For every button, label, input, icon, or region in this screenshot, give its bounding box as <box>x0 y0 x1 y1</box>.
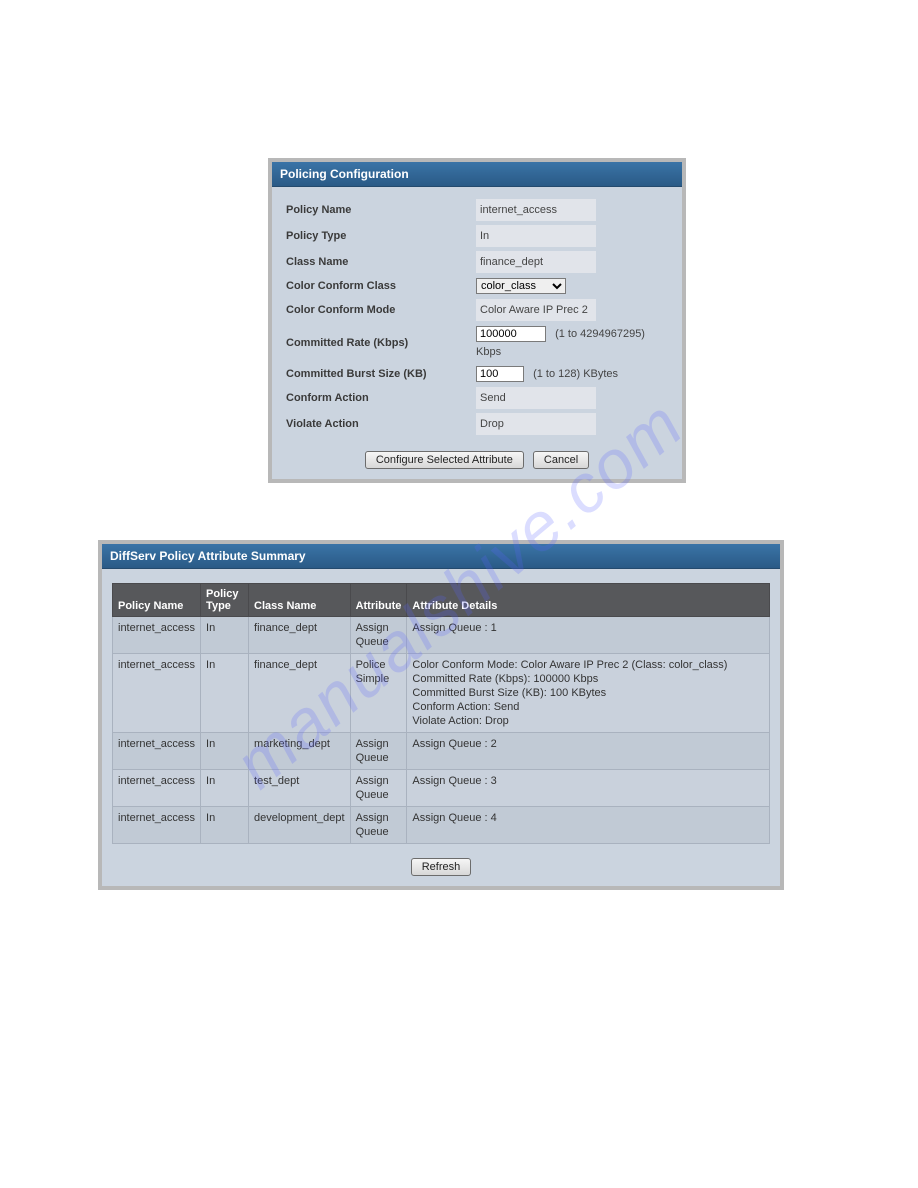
value-class-name: finance_dept <box>476 251 596 273</box>
button-row: Configure Selected Attribute Cancel <box>272 443 682 479</box>
td-class-name: marketing_dept <box>249 733 351 770</box>
row-class-name: Class Name finance_dept <box>286 249 668 275</box>
value-conform-action: Send <box>476 387 596 409</box>
td-policy-type: In <box>201 617 249 654</box>
label-policy-name: Policy Name <box>286 201 476 219</box>
table-row: internet_accessInfinance_deptPolice Simp… <box>113 654 770 733</box>
td-class-name: development_dept <box>249 807 351 844</box>
th-policy-type: Policy Type <box>201 584 249 617</box>
td-attribute: Assign Queue <box>350 770 407 807</box>
td-policy-name: internet_access <box>113 617 201 654</box>
td-policy-type: In <box>201 807 249 844</box>
label-class-name: Class Name <box>286 253 476 271</box>
td-policy-name: internet_access <box>113 733 201 770</box>
table-row: internet_accessInfinance_deptAssign Queu… <box>113 617 770 654</box>
label-color-conform-mode: Color Conform Mode <box>286 301 476 319</box>
td-attribute: Assign Queue <box>350 807 407 844</box>
input-committed-burst[interactable] <box>476 366 524 382</box>
row-color-conform-class: Color Conform Class color_class <box>286 275 668 297</box>
table-header-row: Policy Name Policy Type Class Name Attri… <box>113 584 770 617</box>
value-color-conform-mode: Color Aware IP Prec 2 <box>476 299 596 321</box>
value-policy-name: internet_access <box>476 199 596 221</box>
cancel-button[interactable]: Cancel <box>533 451 589 469</box>
select-color-conform-class[interactable]: color_class <box>476 278 566 294</box>
label-committed-burst: Committed Burst Size (KB) <box>286 365 476 383</box>
th-policy-name: Policy Name <box>113 584 201 617</box>
input-committed-rate[interactable] <box>476 326 546 342</box>
button-row: Refresh <box>102 850 780 886</box>
td-policy-name: internet_access <box>113 770 201 807</box>
value-violate-action: Drop <box>476 413 596 435</box>
td-attribute: Assign Queue <box>350 617 407 654</box>
row-policy-name: Policy Name internet_access <box>286 197 668 223</box>
row-violate-action: Violate Action Drop <box>286 411 668 437</box>
panel-title: DiffServ Policy Attribute Summary <box>102 544 780 569</box>
td-attribute-details: Assign Queue : 3 <box>407 770 770 807</box>
panel-title: Policing Configuration <box>272 162 682 187</box>
th-attribute: Attribute <box>350 584 407 617</box>
th-attribute-details: Attribute Details <box>407 584 770 617</box>
td-attribute: Assign Queue <box>350 733 407 770</box>
hint-committed-burst: (1 to 128) KBytes <box>533 368 618 380</box>
row-committed-burst: Committed Burst Size (KB) (1 to 128) KBy… <box>286 363 668 385</box>
td-policy-name: internet_access <box>113 654 201 733</box>
td-class-name: finance_dept <box>249 654 351 733</box>
form-body: Policy Name internet_access Policy Type … <box>272 187 682 443</box>
td-class-name: test_dept <box>249 770 351 807</box>
td-policy-type: In <box>201 733 249 770</box>
table-row: internet_accessIndevelopment_deptAssign … <box>113 807 770 844</box>
row-committed-rate: Committed Rate (Kbps) (1 to 4294967295) … <box>286 323 668 363</box>
policing-configuration-panel: Policing Configuration Policy Name inter… <box>268 158 686 483</box>
diffserv-policy-attribute-summary-panel: DiffServ Policy Attribute Summary Policy… <box>98 540 784 890</box>
value-policy-type: In <box>476 225 596 247</box>
label-committed-rate: Committed Rate (Kbps) <box>286 334 476 352</box>
row-policy-type: Policy Type In <box>286 223 668 249</box>
label-violate-action: Violate Action <box>286 415 476 433</box>
td-policy-type: In <box>201 770 249 807</box>
row-color-conform-mode: Color Conform Mode Color Aware IP Prec 2 <box>286 297 668 323</box>
td-attribute-details: Assign Queue : 2 <box>407 733 770 770</box>
td-attribute-details: Color Conform Mode: Color Aware IP Prec … <box>407 654 770 733</box>
row-conform-action: Conform Action Send <box>286 385 668 411</box>
label-policy-type: Policy Type <box>286 227 476 245</box>
th-class-name: Class Name <box>249 584 351 617</box>
td-attribute: Police Simple <box>350 654 407 733</box>
configure-selected-attribute-button[interactable]: Configure Selected Attribute <box>365 451 524 469</box>
table-row: internet_accessIntest_deptAssign QueueAs… <box>113 770 770 807</box>
table-row: internet_accessInmarketing_deptAssign Qu… <box>113 733 770 770</box>
refresh-button[interactable]: Refresh <box>411 858 472 876</box>
td-attribute-details: Assign Queue : 1 <box>407 617 770 654</box>
label-color-conform-class: Color Conform Class <box>286 277 476 295</box>
summary-table: Policy Name Policy Type Class Name Attri… <box>112 583 770 844</box>
td-attribute-details: Assign Queue : 4 <box>407 807 770 844</box>
td-class-name: finance_dept <box>249 617 351 654</box>
td-policy-type: In <box>201 654 249 733</box>
td-policy-name: internet_access <box>113 807 201 844</box>
label-conform-action: Conform Action <box>286 389 476 407</box>
